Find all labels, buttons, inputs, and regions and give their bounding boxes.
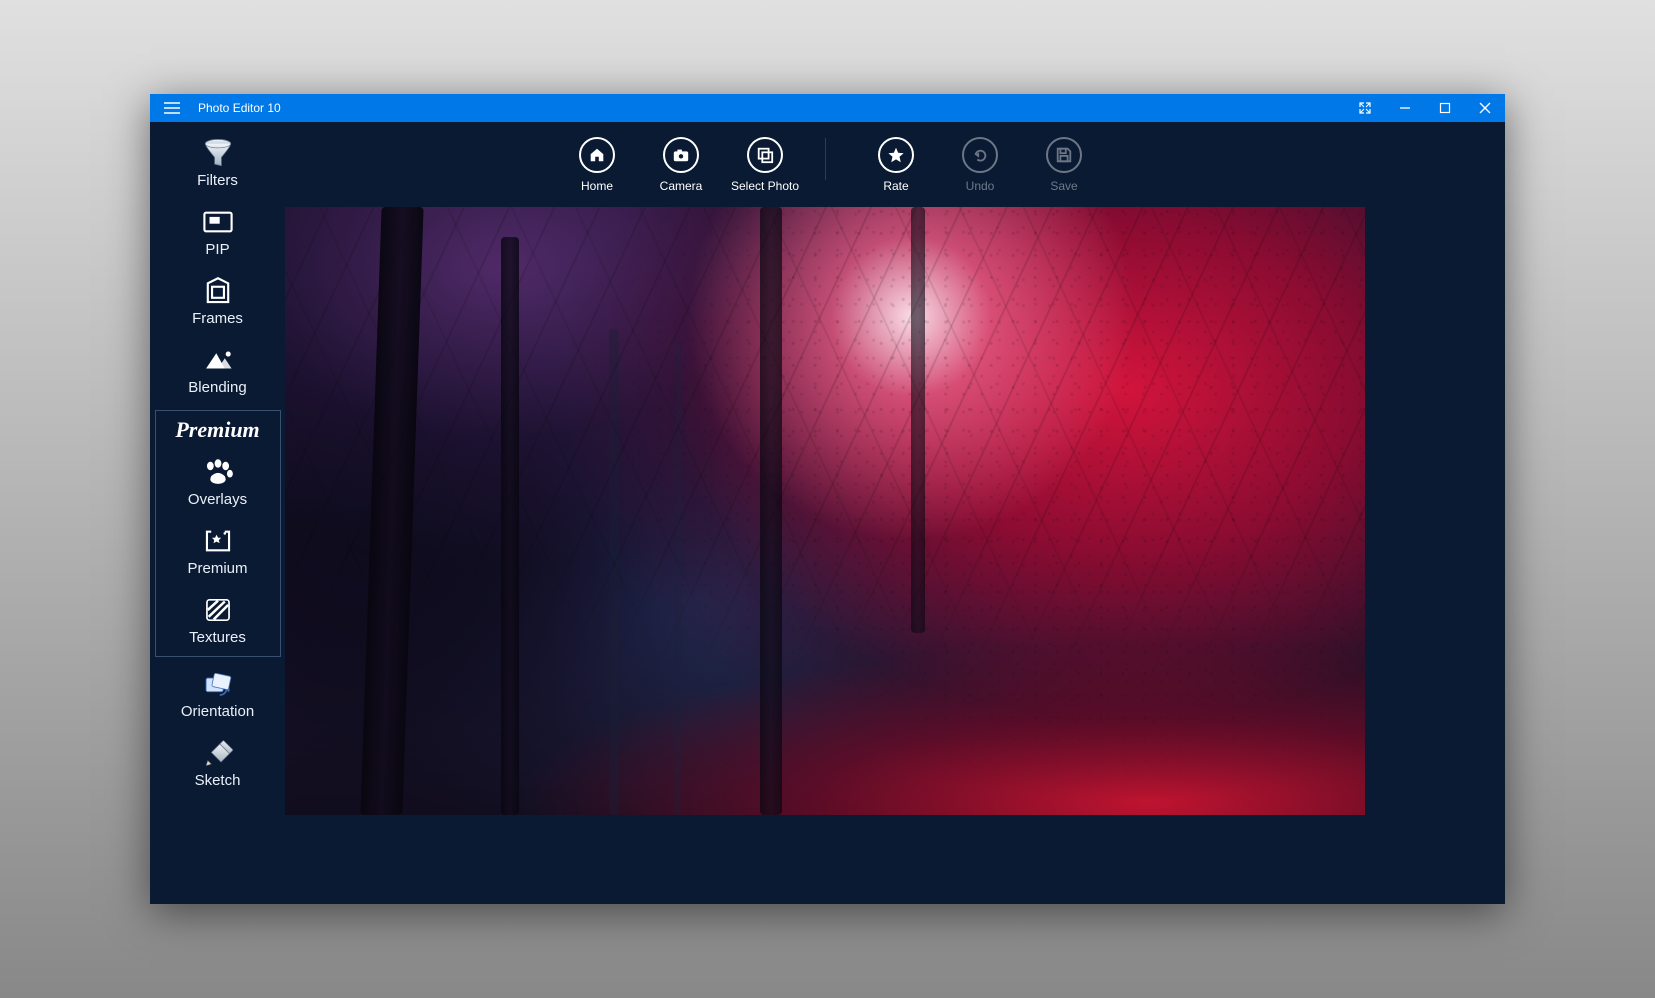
toolbar: Home Camera [285, 122, 1505, 207]
premium-header: Premium [175, 417, 259, 443]
sidebar-item-blending[interactable]: Blending [150, 337, 285, 406]
sidebar-item-sketch[interactable]: Sketch [150, 730, 285, 799]
window-controls [1345, 94, 1505, 122]
sidebar-label: Frames [192, 310, 243, 327]
toolbar-label: Home [581, 179, 613, 193]
blending-icon [198, 343, 238, 377]
sidebar-item-overlays[interactable]: Overlays [156, 449, 280, 518]
undo-button[interactable]: Undo [938, 137, 1022, 193]
sidebar-label: Overlays [188, 491, 247, 508]
camera-button[interactable]: Camera [639, 137, 723, 193]
textures-icon [198, 593, 238, 627]
minimize-icon [1399, 102, 1411, 114]
minimize-button[interactable] [1385, 94, 1425, 122]
rate-button[interactable]: Rate [854, 137, 938, 193]
premium-group: Premium Overlays [155, 410, 281, 657]
maximize-button[interactable] [1425, 94, 1465, 122]
close-icon [1479, 102, 1491, 114]
window-title: Photo Editor 10 [194, 101, 281, 115]
sparkle-frame-icon [198, 524, 238, 558]
pencil-icon [198, 736, 238, 770]
titlebar: Photo Editor 10 [150, 94, 1505, 122]
sidebar-label: PIP [205, 241, 229, 258]
fullscreen-button[interactable] [1345, 94, 1385, 122]
orientation-icon [198, 667, 238, 701]
photo-image [285, 207, 1365, 815]
sidebar-label: Premium [187, 560, 247, 577]
camera-icon [672, 146, 690, 164]
close-button[interactable] [1465, 94, 1505, 122]
toolbar-label: Select Photo [731, 179, 799, 193]
pip-icon [198, 205, 238, 239]
paw-icon [198, 455, 238, 489]
select-photo-icon [756, 146, 774, 164]
maximize-icon [1439, 102, 1451, 114]
select-photo-button[interactable]: Select Photo [723, 137, 807, 193]
sidebar-item-orientation[interactable]: Orientation [150, 661, 285, 730]
save-button[interactable]: Save [1022, 137, 1106, 193]
toolbar-separator [825, 138, 826, 180]
photo-canvas[interactable] [285, 207, 1365, 815]
save-icon [1055, 146, 1073, 164]
app-window: Photo Editor 10 [150, 94, 1505, 904]
star-icon [887, 146, 905, 164]
frames-icon [198, 274, 238, 308]
sidebar-label: Sketch [195, 772, 241, 789]
home-icon [588, 146, 606, 164]
sidebar-item-frames[interactable]: Frames [150, 268, 285, 337]
fullscreen-icon [1359, 102, 1371, 114]
sidebar-item-filters[interactable]: Filters [150, 130, 285, 199]
sidebar-label: Blending [188, 379, 246, 396]
canvas-area [285, 207, 1505, 904]
funnel-icon [198, 136, 238, 170]
toolbar-label: Rate [883, 179, 908, 193]
sidebar-item-textures[interactable]: Textures [156, 587, 280, 656]
sidebar: Filters PIP Frames [150, 122, 285, 904]
home-button[interactable]: Home [555, 137, 639, 193]
toolbar-label: Save [1050, 179, 1077, 193]
main-area: Home Camera [285, 122, 1505, 904]
toolbar-label: Camera [660, 179, 703, 193]
sidebar-item-premium[interactable]: Premium [156, 518, 280, 587]
sidebar-label: Textures [189, 629, 246, 646]
hamburger-icon [164, 102, 180, 114]
sidebar-label: Orientation [181, 703, 254, 720]
undo-icon [971, 146, 989, 164]
sidebar-item-pip[interactable]: PIP [150, 199, 285, 268]
app-body: Filters PIP Frames [150, 122, 1505, 904]
sidebar-label: Filters [197, 172, 238, 189]
hamburger-menu-button[interactable] [150, 94, 194, 122]
toolbar-label: Undo [966, 179, 995, 193]
